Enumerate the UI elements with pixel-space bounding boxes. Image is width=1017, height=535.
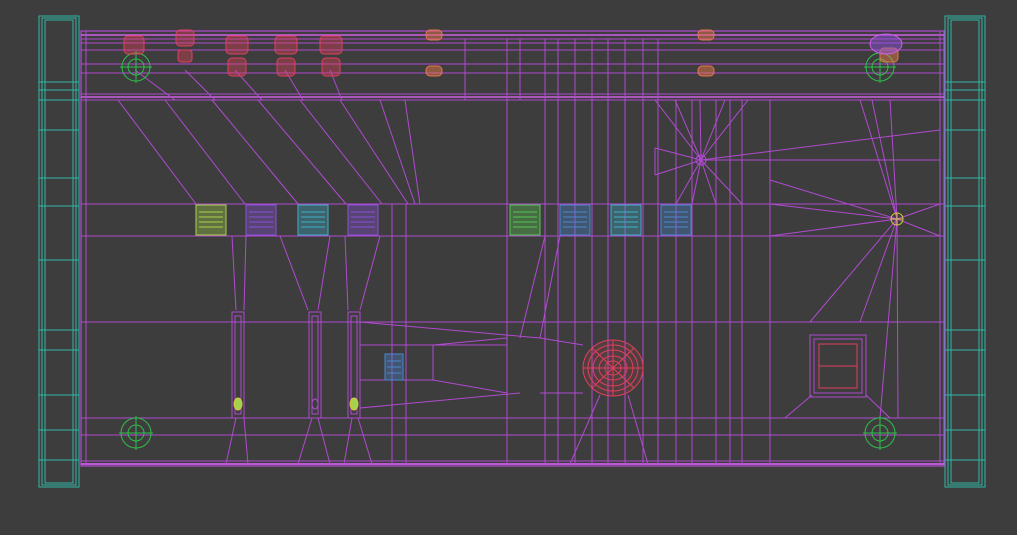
vent-grille[interactable] — [660, 204, 692, 236]
wall-socket[interactable] — [123, 29, 343, 77]
access-panel[interactable] — [809, 334, 867, 398]
right-frame-rail[interactable] — [944, 15, 986, 488]
light-gizmo[interactable] — [863, 416, 897, 450]
wall-socket[interactable] — [425, 29, 899, 77]
left-frame-rail[interactable] — [38, 15, 80, 488]
vent-grille[interactable] — [509, 204, 541, 236]
ceiling-fixture[interactable] — [695, 154, 904, 226]
vent-grille[interactable] — [245, 204, 277, 236]
wall-fixture[interactable] — [231, 311, 361, 419]
wireframe-scene[interactable] — [0, 0, 1017, 535]
vent-grille[interactable] — [384, 353, 404, 381]
light-gizmo[interactable] — [119, 416, 153, 450]
vent-grille[interactable] — [610, 204, 642, 236]
vent-grille[interactable] — [347, 204, 379, 236]
light-gizmo[interactable] — [120, 51, 152, 83]
speaker-grille[interactable] — [582, 339, 644, 397]
vent-grille[interactable] — [297, 204, 329, 236]
vent-grille[interactable] — [559, 204, 591, 236]
3d-viewport[interactable] — [0, 0, 1017, 535]
light-gizmo[interactable] — [233, 397, 359, 411]
ceiling-fixture[interactable] — [869, 33, 903, 55]
vent-grille[interactable] — [195, 204, 227, 236]
wall-outline[interactable] — [80, 30, 945, 467]
